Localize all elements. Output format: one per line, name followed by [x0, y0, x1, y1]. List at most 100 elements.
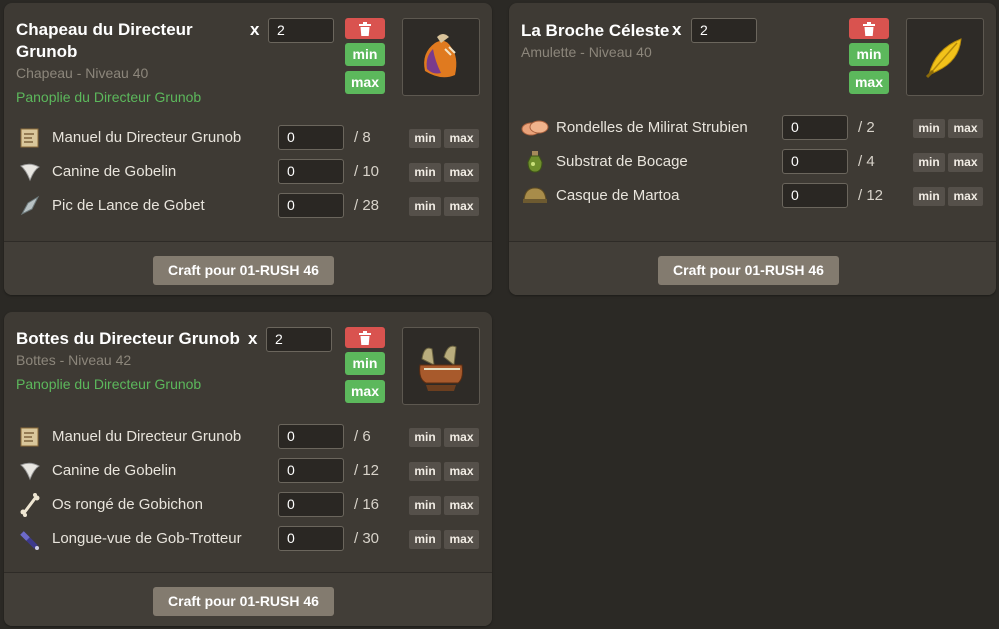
item-title: Chapeau du Directeur Grunob: [16, 19, 193, 63]
resource-quantity-input[interactable]: 0: [278, 125, 344, 150]
quantity-multiplier: x: [248, 329, 258, 348]
craft-card-broche: La Broche Céleste x 2 Amulette - Niveau …: [509, 3, 996, 295]
item-title-line1: Bottes du Directeur Grunob: [16, 329, 240, 348]
trash-icon: [359, 21, 371, 36]
craft-card-chapeau: Chapeau du Directeur Grunob x 2 Chapeau …: [4, 3, 492, 295]
resource-quantity-input[interactable]: 0: [278, 159, 344, 184]
resource-min-button[interactable]: min: [409, 197, 441, 216]
item-title-line1: Chapeau du Directeur: [16, 20, 193, 39]
resource-name: Canine de Gobelin: [52, 163, 177, 180]
resource-name: Rondelles de Milirat Strubien: [556, 119, 748, 136]
resource-row: Canine de Gobelin 0 / 10 min max: [4, 157, 492, 187]
resource-total: / 30: [354, 530, 380, 547]
resource-min-button[interactable]: min: [409, 530, 441, 549]
resource-min-button[interactable]: min: [409, 129, 441, 148]
resource-row: Casque de Martoa 0 / 12 min max: [509, 181, 996, 211]
meat-slices-icon: [521, 120, 549, 136]
resource-max-button[interactable]: max: [948, 187, 983, 206]
resource-total: / 6: [354, 428, 371, 445]
spear-tip-icon: [20, 195, 40, 216]
fang-icon: [20, 462, 40, 481]
resource-total: / 10: [354, 163, 380, 180]
item-set-link[interactable]: Panoplie du Directeur Grunob: [16, 376, 201, 392]
resource-quantity-input[interactable]: 0: [278, 424, 344, 449]
item-title: Bottes du Directeur Grunob: [16, 328, 240, 350]
resource-total: / 12: [858, 187, 884, 204]
resource-row: Canine de Gobelin 0 / 12 min max: [4, 456, 492, 486]
craft-button[interactable]: Craft pour 01-RUSH 46: [658, 256, 839, 285]
resource-max-button[interactable]: max: [948, 119, 983, 138]
resource-quantity-input[interactable]: 0: [782, 115, 848, 140]
resource-max-button[interactable]: max: [444, 530, 479, 549]
quantity-multiplier: x: [672, 20, 682, 39]
resource-min-button[interactable]: min: [409, 163, 441, 182]
quantity-multiplier: x: [250, 20, 260, 39]
resource-row: Substrat de Bocage 0 / 4 min max: [509, 147, 996, 177]
card-footer: Craft pour 01-RUSH 46: [4, 241, 492, 295]
quantity-input[interactable]: 2: [691, 18, 757, 43]
item-title-line2: Grunob: [16, 42, 78, 61]
golden-feather-icon: [925, 38, 962, 79]
item-title-line1: La Broche Céleste: [521, 21, 670, 40]
quantity-max-button[interactable]: max: [345, 380, 385, 403]
resource-row: Manuel du Directeur Grunob 0 / 6 min max: [4, 422, 492, 452]
resource-row: Rondelles de Milirat Strubien 0 / 2 min …: [509, 113, 996, 143]
card-footer: Craft pour 01-RUSH 46: [509, 241, 996, 295]
scroll-icon: [20, 427, 39, 447]
quantity-input[interactable]: 2: [268, 18, 334, 43]
delete-button[interactable]: [345, 327, 385, 348]
resource-max-button[interactable]: max: [444, 428, 479, 447]
resource-quantity-input[interactable]: 0: [782, 183, 848, 208]
quantity-min-button[interactable]: min: [849, 43, 889, 66]
resource-max-button[interactable]: max: [444, 129, 479, 148]
craft-card-bottes: Bottes du Directeur Grunob x 2 Bottes - …: [4, 312, 492, 626]
quantity-max-button[interactable]: max: [345, 71, 385, 94]
item-set-link[interactable]: Panoplie du Directeur Grunob: [16, 89, 201, 105]
resource-name: Manuel du Directeur Grunob: [52, 129, 242, 146]
resource-min-button[interactable]: min: [409, 462, 441, 481]
quantity-max-button[interactable]: max: [849, 71, 889, 94]
trash-icon: [359, 330, 371, 345]
resource-min-button[interactable]: min: [913, 153, 945, 172]
delete-button[interactable]: [345, 18, 385, 39]
resource-row: Pic de Lance de Gobet 0 / 28 min max: [4, 191, 492, 221]
resource-min-button[interactable]: min: [913, 187, 945, 206]
resource-min-button[interactable]: min: [409, 496, 441, 515]
item-image: [906, 18, 984, 96]
card-footer: Craft pour 01-RUSH 46: [4, 572, 492, 626]
resource-quantity-input[interactable]: 0: [278, 458, 344, 483]
resource-name: Pic de Lance de Gobet: [52, 197, 205, 214]
quantity-input[interactable]: 2: [266, 327, 332, 352]
quantity-min-button[interactable]: min: [345, 352, 385, 375]
resource-min-button[interactable]: min: [409, 428, 441, 447]
resource-max-button[interactable]: max: [948, 153, 983, 172]
resource-total: / 12: [354, 462, 380, 479]
fang-icon: [20, 163, 40, 182]
item-subtitle: Bottes - Niveau 42: [16, 352, 132, 368]
resource-name: Os rongé de Gobichon: [52, 496, 203, 513]
resource-quantity-input[interactable]: 0: [278, 492, 344, 517]
delete-button[interactable]: [849, 18, 889, 39]
resource-quantity-input[interactable]: 0: [782, 149, 848, 174]
resource-name: Substrat de Bocage: [556, 153, 688, 170]
craft-button[interactable]: Craft pour 01-RUSH 46: [153, 256, 334, 285]
scroll-icon: [20, 128, 39, 148]
item-subtitle: Amulette - Niveau 40: [521, 44, 652, 60]
resource-min-button[interactable]: min: [913, 119, 945, 138]
resource-max-button[interactable]: max: [444, 163, 479, 182]
resource-row: Os rongé de Gobichon 0 / 16 min max: [4, 490, 492, 520]
craft-button[interactable]: Craft pour 01-RUSH 46: [153, 587, 334, 616]
item-subtitle: Chapeau - Niveau 40: [16, 65, 149, 81]
resource-max-button[interactable]: max: [444, 197, 479, 216]
resource-quantity-input[interactable]: 0: [278, 526, 344, 551]
trash-icon: [863, 21, 875, 36]
resource-name: Canine de Gobelin: [52, 462, 177, 479]
resource-max-button[interactable]: max: [444, 496, 479, 515]
resource-name: Casque de Martoa: [556, 187, 680, 204]
boots-icon: [419, 345, 463, 391]
resource-max-button[interactable]: max: [444, 462, 479, 481]
spyglass-icon: [20, 531, 39, 550]
resource-quantity-input[interactable]: 0: [278, 193, 344, 218]
quantity-min-button[interactable]: min: [345, 43, 385, 66]
item-image: [402, 327, 480, 405]
